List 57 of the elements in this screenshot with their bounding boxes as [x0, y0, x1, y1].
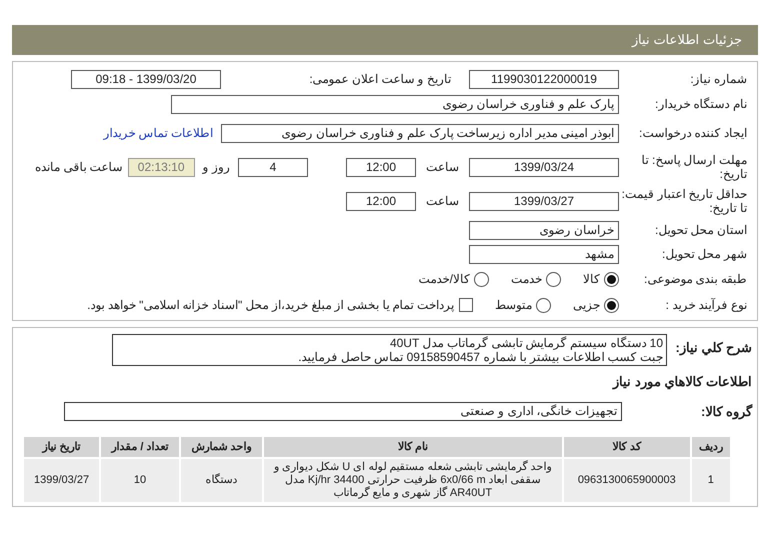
radio-label: کالا/خدمت: [418, 271, 470, 288]
city-field: مشهد: [469, 244, 619, 264]
field-label: ایجاد کننده درخواست:: [638, 126, 747, 140]
field-label: شماره نیاز:: [689, 71, 747, 88]
table-cell: 0963130065900003: [562, 458, 691, 503]
validity-date-field: 1399/03/27: [469, 192, 619, 210]
remaining-label: ساعت باقی مانده: [34, 159, 123, 176]
column-header: واحد شمارش: [180, 436, 263, 458]
header-bar: جزئیات اطلاعات نیاز: [12, 25, 758, 55]
field-label: شهر محل تحویل:: [660, 246, 747, 263]
days-label: روز و: [202, 159, 230, 176]
description-box: 10 دستگاه سیستم گرمایش تابشی گرماتاب مدل 40UT جبت کسب اطلاعات بیشتر با شماره 09158590457 تماس حاصل فرمایید.: [112, 334, 667, 366]
validity-time-field: 12:00: [346, 192, 416, 210]
province-field: خراسان رضوی: [469, 220, 619, 240]
field-label: مهلت ارسال پاسخ: تا تاریخ:: [640, 153, 747, 181]
creator-field: ابوذر امینی مدیر اداره زیرساخت پارک علم و فناوری خراسان رضوی: [221, 124, 619, 142]
time-label: ساعت: [426, 193, 459, 210]
field-label: طبقه بندی موضوعی:: [642, 271, 747, 288]
deadline-date-field: 1399/03/24: [469, 158, 619, 176]
radio-button[interactable]: [604, 272, 619, 286]
checkbox[interactable]: [459, 298, 473, 312]
table-cell: واحد گرمایشی تابشی شعله مستقیم لوله ای U شکل دیواری و سقفی ابعاد 6x0/66 m ظرفیت حرارتی 34400 Kj/hr مدل AR40UT گاز شهری و مایع گرماتاب: [262, 458, 563, 503]
field-label: شرح كلي نياز:: [674, 339, 752, 358]
table-cell: دستگاه: [180, 458, 263, 503]
days-field: 4: [238, 158, 308, 176]
table-cell: 10: [100, 458, 180, 503]
deadline-time-field: 12:00: [346, 158, 416, 176]
section-heading: اطلاعات كالاهاي مورد نياز: [611, 373, 752, 392]
buyer-contact-link[interactable]: اطلاعات تماس خریدار: [103, 124, 213, 142]
radio-button[interactable]: [536, 298, 551, 312]
need-number-field: 1199030122000019: [469, 70, 619, 88]
field-label: استان محل تحویل:: [654, 222, 747, 239]
radio-button[interactable]: [546, 272, 561, 286]
column-header: نام کالا: [262, 436, 563, 458]
radio-label: متوسط: [495, 297, 532, 314]
field-label: نام دستگاه خریدار:: [654, 96, 747, 113]
column-header: ردیف: [690, 436, 731, 458]
column-header: تعداد / مقدار: [100, 436, 180, 458]
field-label: نوع فرآیند خرید :: [664, 297, 747, 314]
field-label: تاریخ و ساعت اعلان عمومی:: [308, 71, 451, 88]
table-cell: 1399/03/27: [23, 458, 100, 503]
field-label: گروه کالا:: [700, 402, 752, 421]
field-label: حداقل تاریخ اعتبار قیمت: تا تاریخ:: [620, 187, 747, 215]
radio-label: خدمت: [511, 271, 542, 288]
table-cell: 1: [690, 458, 731, 503]
goods-group-field: تجهیزات خانگی، اداری و صنعتی: [64, 402, 622, 421]
time-label: ساعت: [426, 159, 459, 176]
remaining-time-field: 02:13:10: [128, 158, 195, 176]
announce-date-field: 1399/03/20 - 09:18: [71, 70, 221, 88]
radio-label: کالا: [583, 271, 600, 288]
payment-note: پرداخت تمام یا بخشی از مبلغ خرید،از محل "اسناد خزانه اسلامی" خواهد بود.: [87, 297, 454, 314]
buyer-field: پارک علم و فناوری خراسان رضوی: [171, 94, 619, 114]
column-header: کد کالا: [562, 436, 691, 458]
radio-button[interactable]: [604, 298, 619, 312]
radio-label: جزیی: [573, 297, 600, 314]
radio-button[interactable]: [474, 272, 489, 286]
column-header: تاریخ نیاز: [23, 436, 100, 458]
